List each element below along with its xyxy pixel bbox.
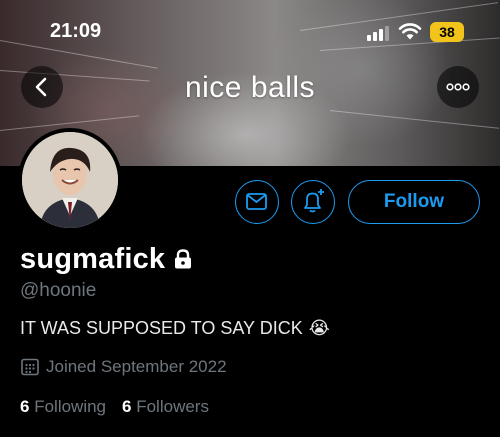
more-options-button[interactable] [437,66,479,108]
followers-label: Followers [136,397,209,416]
display-name: sugmafick [20,242,166,275]
following-count: 6 [20,397,30,416]
message-button[interactable] [235,180,279,224]
lock-icon [175,249,192,269]
name-row: sugmafick [20,241,193,277]
bell-plus-icon [304,189,324,213]
joined-text: Joined September 2022 [46,357,227,376]
follow-stats: 6 Following 6 Followers [20,397,209,417]
wifi-icon [398,23,422,40]
banner-whisker [329,110,500,129]
banner-whisker [0,40,158,69]
crying-emoji: 😭 [308,318,330,338]
followers-count: 6 [122,397,132,416]
back-button[interactable] [21,66,63,108]
notifications-button[interactable] [291,180,335,224]
bio: IT WAS SUPPOSED TO SAY DICK 😭 [20,318,330,339]
user-handle: @hoonie [20,280,97,301]
signal-icon [367,25,389,41]
banner-caption: nice balls [184,71,316,104]
joined-date: Joined September 2022 [20,357,227,377]
mail-icon [246,193,267,210]
followers-link[interactable]: 6 Followers [122,397,209,417]
avatar[interactable] [18,128,122,232]
bio-text: IT WAS SUPPOSED TO SAY DICK [20,318,303,338]
calendar-icon [21,358,39,376]
following-link[interactable]: 6 Following [20,397,106,417]
following-label: Following [34,397,107,416]
more-icon [446,83,470,91]
battery-indicator: 38 [430,22,464,42]
status-time: 21:09 [50,20,102,42]
back-arrow-icon [35,77,47,97]
avatar-image [22,132,118,228]
follow-button[interactable]: Follow [348,180,480,224]
